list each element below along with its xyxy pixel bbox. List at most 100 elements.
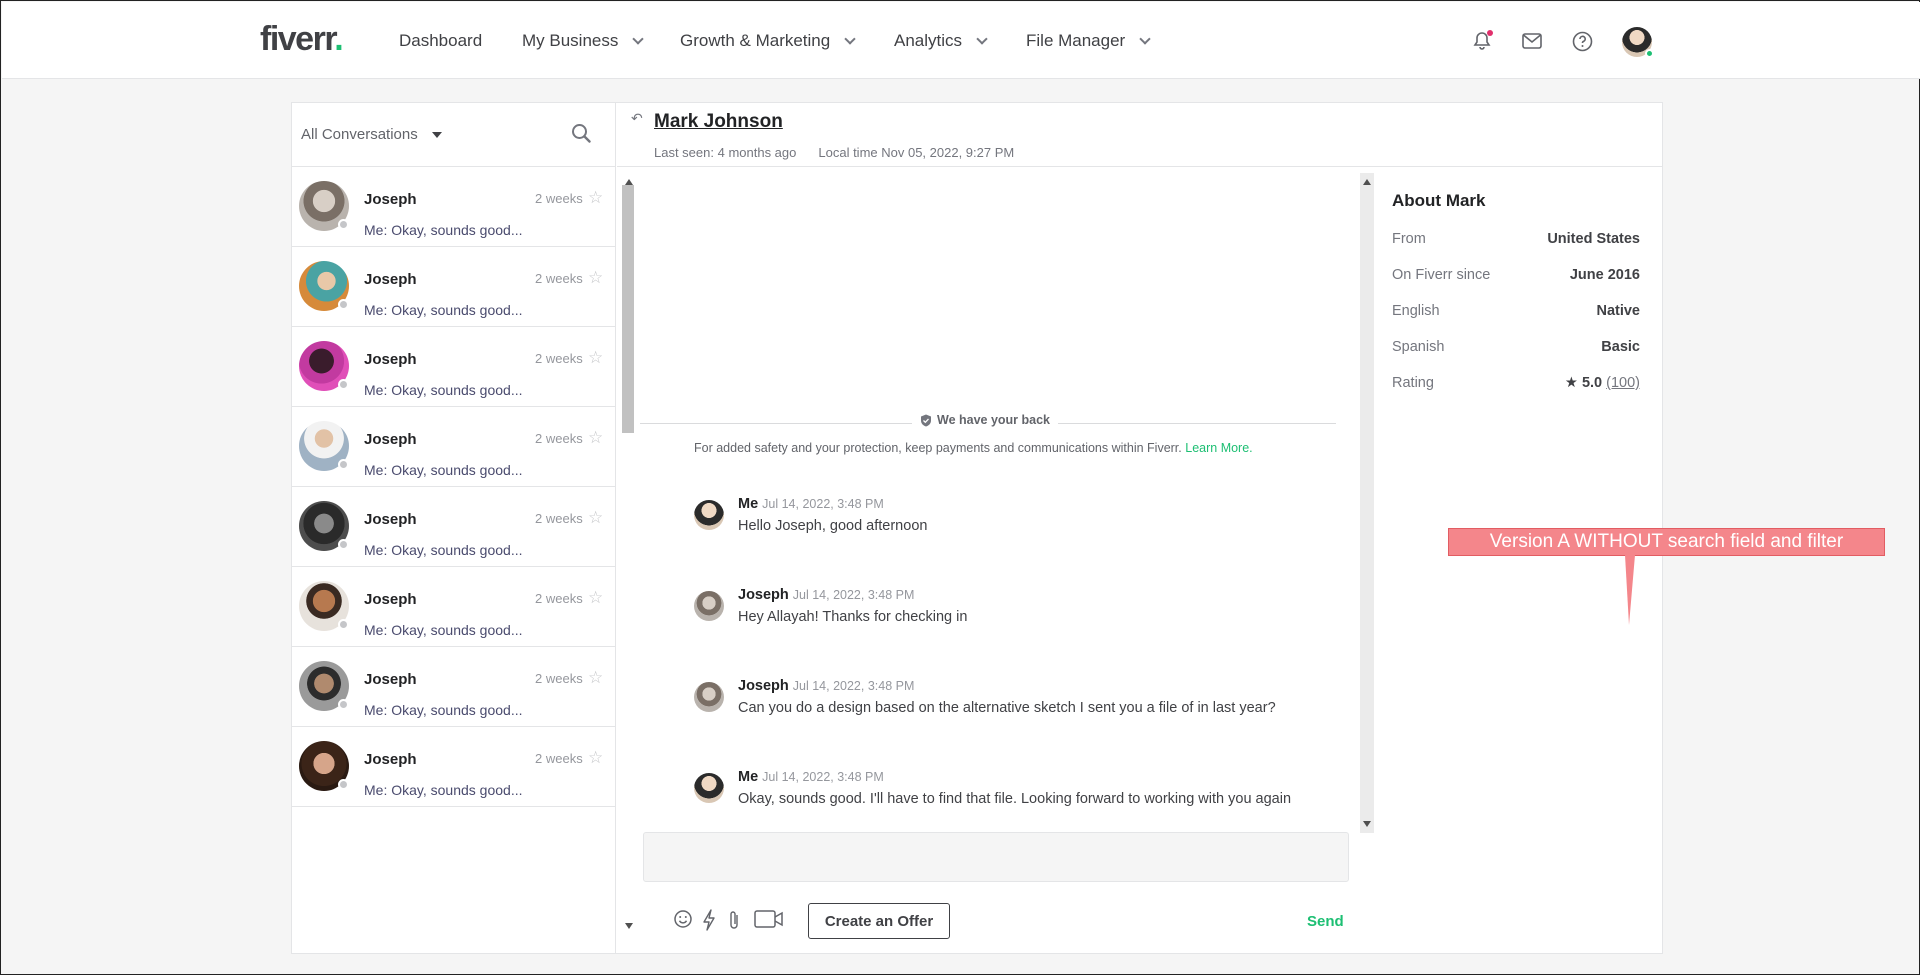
conversation-name: Joseph [364,751,417,768]
chevron-down-icon [976,32,988,45]
star-icon[interactable]: ☆ [588,588,603,608]
scroll-down-arrow-icon[interactable] [1363,821,1371,827]
safety-badge: We have your back [912,413,1059,427]
conversation-time: 2 weeks [535,431,583,446]
shield-icon [921,414,931,426]
nav-growth-marketing[interactable]: Growth & Marketing [680,31,856,51]
contact-name-link[interactable]: Mark Johnson [654,111,783,133]
contact-meta: Last seen: 4 months ago Local time Nov 05… [654,145,1014,160]
message-sender: Joseph [738,678,789,694]
conversation-sidebar: All Conversations Joseph 2 weeks ☆ Me: O… [292,103,616,953]
status-dot [338,539,349,550]
message-time: Jul 14, 2022, 3:48 PM [792,588,915,602]
mail-icon[interactable] [1520,29,1544,53]
learn-more-link[interactable]: Learn More. [1185,441,1252,455]
status-dot [338,299,349,310]
scroll-up-arrow-icon[interactable] [1363,179,1371,185]
conversation-time: 2 weeks [535,191,583,206]
nav-file-manager[interactable]: File Manager [1026,31,1151,51]
conversation-preview: Me: Okay, sounds good... [364,542,523,558]
sidebar-header: All Conversations [292,103,615,167]
quick-response-bolt-icon[interactable] [702,909,716,936]
top-navbar: fiverr. Dashboard My Business Growth & M… [2,2,1920,79]
avatar [694,682,724,712]
conversation-list: Joseph 2 weeks ☆ Me: Okay, sounds good..… [292,167,615,807]
star-icon[interactable]: ☆ [588,748,603,768]
safety-notice: For added safety and your protection, ke… [694,441,1253,455]
bell-icon[interactable] [1470,29,1494,53]
conversation-name: Joseph [364,511,417,528]
conversation-preview: Me: Okay, sounds good... [364,702,523,718]
help-icon[interactable] [1570,29,1594,53]
message-text: Hello Joseph, good afternoon [738,518,928,534]
status-dot [338,219,349,230]
annotation-callout-pointer [1625,555,1635,625]
status-dot [338,459,349,470]
message-time: Jul 14, 2022, 3:48 PM [762,770,884,784]
search-icon[interactable] [571,123,593,145]
online-status-dot [1645,49,1654,58]
scroll-down-arrow-icon[interactable] [625,923,633,929]
conversation-name: Joseph [364,671,417,688]
chevron-down-icon [1139,32,1151,45]
conversation-time: 2 weeks [535,671,583,686]
status-dot [338,779,349,790]
conversation-time: 2 weeks [535,591,583,606]
conversation-preview: Me: Okay, sounds good... [364,222,523,238]
rating-value: 5.0 [1581,375,1603,391]
conversation-item[interactable]: Joseph 2 weeks ☆ Me: Okay, sounds good..… [292,487,615,567]
conversation-preview: Me: Okay, sounds good... [364,302,523,318]
conversation-name: Joseph [364,271,417,288]
conversation-preview: Me: Okay, sounds good... [364,462,523,478]
status-dot [338,619,349,630]
conversation-item[interactable]: Joseph 2 weeks ☆ Me: Okay, sounds good..… [292,167,615,247]
nav-analytics[interactable]: Analytics [894,31,988,51]
attachment-icon[interactable] [728,909,740,936]
conversation-item[interactable]: Joseph 2 weeks ☆ Me: Okay, sounds good..… [292,647,615,727]
message-sender: Me [738,496,759,512]
conversation-item[interactable]: Joseph 2 weeks ☆ Me: Okay, sounds good..… [292,567,615,647]
nav-my-business[interactable]: My Business [522,31,645,51]
chat-header: ↶ Mark Johnson Last seen: 4 months ago Lo… [617,103,1662,167]
conversation-item[interactable]: Joseph 2 weeks ☆ Me: Okay, sounds good..… [292,247,615,327]
star-icon[interactable]: ☆ [588,348,603,368]
avatar [694,773,724,803]
conversation-item[interactable]: Joseph 2 weeks ☆ Me: Okay, sounds good..… [292,327,615,407]
message-sender: Me [738,769,759,785]
message-input[interactable] [643,832,1349,882]
conversation-item[interactable]: Joseph 2 weeks ☆ Me: Okay, sounds good..… [292,407,615,487]
video-call-icon[interactable] [754,909,784,934]
conversation-preview: Me: Okay, sounds good... [364,782,523,798]
star-icon[interactable]: ☆ [588,188,603,208]
conversation-time: 2 weeks [535,351,583,366]
send-button[interactable]: Send [1307,913,1344,930]
conversation-item[interactable]: Joseph 2 weeks ☆ Me: Okay, sounds good..… [292,727,615,807]
conversation-name: Joseph [364,591,417,608]
app-frame: fiverr. Dashboard My Business Growth & M… [0,0,1920,975]
message-thread-scrollbar[interactable] [1360,173,1374,833]
star-icon[interactable]: ☆ [588,668,603,688]
avatar [694,500,724,530]
conversation-name: Joseph [364,191,417,208]
nav-dashboard[interactable]: Dashboard [399,31,482,51]
emoji-icon[interactable] [673,909,693,934]
fiverr-logo[interactable]: fiverr. [260,20,344,59]
conversation-name: Joseph [364,351,417,368]
message-text: Can you do a design based on the alterna… [738,700,1276,716]
star-icon[interactable]: ☆ [588,428,603,448]
create-offer-button[interactable]: Create an Offer [808,903,950,939]
message-time: Jul 14, 2022, 3:48 PM [762,497,884,511]
notification-dot [1487,30,1493,36]
star-icon[interactable]: ☆ [588,508,603,528]
scrollbar-thumb[interactable] [622,185,634,433]
caret-down-icon [431,131,442,138]
user-avatar[interactable] [1622,27,1654,58]
star-icon[interactable]: ☆ [588,268,603,288]
back-arrow-icon[interactable]: ↶ [631,110,643,127]
rating-count-link[interactable]: (100) [1606,375,1640,391]
conversation-time: 2 weeks [535,271,583,286]
chevron-down-icon [632,32,645,45]
message-text: Hey Allayah! Thanks for checking in [738,609,968,625]
conversation-filter-dropdown[interactable]: All Conversations [301,126,442,143]
message-text: Okay, sounds good. I'll have to find tha… [738,791,1292,807]
